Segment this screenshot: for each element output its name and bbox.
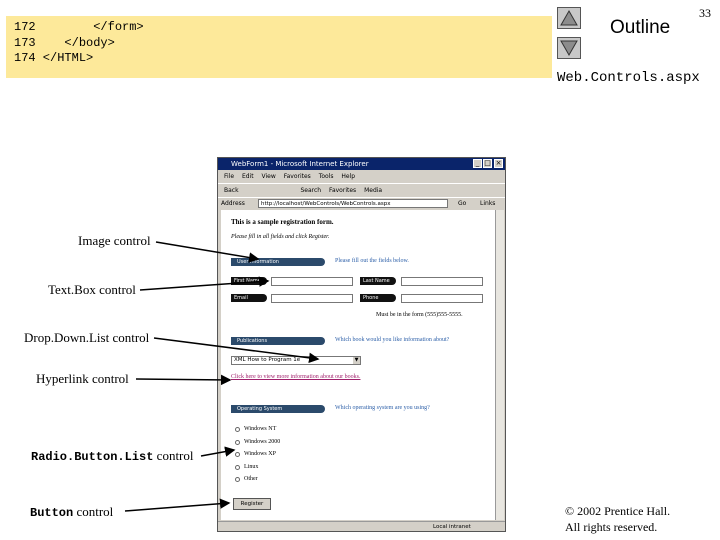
previous-slide-button[interactable] [557,7,581,29]
book-dropdown-value: XML How to Program 1e [234,357,301,363]
books-hyperlink[interactable]: Click here to view more information abou… [231,374,360,380]
address-field[interactable]: http://localhost/WebControls/WebControls… [258,199,448,208]
form-instructions: Please fill in all fields and click Regi… [231,234,330,240]
menu-edit[interactable]: Edit [242,173,254,180]
label-textbox-control: Text.Box control [48,282,136,297]
radio-icon[interactable] [235,464,240,470]
label-radiobuttonlist-control: Radio.Button.List control [31,448,194,464]
first-name-label: First Name [231,277,267,285]
menu-view[interactable]: View [262,173,276,180]
page-number: 33 [699,6,711,20]
last-name-label: Last Name [360,277,396,285]
browser-toolbar: Back Search Favorites Media [218,183,505,197]
search-button[interactable]: Search [301,187,322,194]
copyright: © 2002 Prentice Hall. All rights reserve… [565,503,670,535]
minimize-icon[interactable]: _ [473,159,482,168]
code-line: 173 </body> [14,36,115,50]
phone-input[interactable] [401,294,483,303]
label-dropdownlist-control: Drop.Down.List control [24,330,150,345]
code-listing: 172 </form> 173 </body> 174 </HTML> [6,16,552,78]
links-button[interactable]: Links [480,198,495,210]
file-name: Web.Controls.aspx [557,70,700,86]
page-content: This is a sample registration form. Plea… [221,210,495,520]
phone-label: Phone [360,294,396,302]
media-button[interactable]: Media [364,187,382,194]
favorites-button[interactable]: Favorites [329,187,356,194]
menu-favorites[interactable]: Favorites [284,173,311,180]
first-name-input[interactable] [271,277,353,286]
register-button[interactable]: Register [233,498,271,510]
radio-icon[interactable] [235,427,240,432]
last-name-input[interactable] [401,277,483,286]
label-hyperlink-control: Hyperlink control [36,371,129,386]
user-info-prompt: Please fill out the fields below. [335,258,409,264]
menu-help[interactable]: Help [341,173,355,180]
form-heading: This is a sample registration form. [231,218,334,226]
go-button[interactable]: Go [458,198,466,210]
email-label: Email [231,294,267,302]
label-image-control: Image control [78,233,151,248]
next-slide-button[interactable] [557,37,581,59]
publications-prompt: Which book would you like information ab… [335,337,450,343]
copyright-line-1: © 2002 Prentice Hall. [565,504,671,518]
browser-titlebar: WebForm1 - Microsoft Internet Explorer _… [218,158,505,170]
copyright-line-2: All rights reserved. [565,520,658,534]
phone-hint: Must be in the form (555)555-5555. [376,312,463,318]
book-dropdown[interactable]: XML How to Program 1e ▼ [231,356,361,365]
code-line: 172 </form> [14,20,144,34]
os-prompt: Which operating system are you using? [335,405,430,411]
radio-icon[interactable] [235,439,240,445]
publications-image: Publications [231,337,325,345]
triangle-down-icon [560,40,578,57]
chevron-down-icon: ▼ [353,357,360,364]
close-icon[interactable]: × [494,159,503,168]
menu-tools[interactable]: Tools [319,173,334,180]
user-info-image: User Information [231,258,325,266]
email-input[interactable] [271,294,353,303]
browser-menubar: File Edit View Favorites Tools Help [218,171,505,182]
outline-link[interactable]: Outline [610,17,670,39]
status-zone: Local intranet [433,524,471,530]
label-button-control: Button control [30,504,114,520]
code-line: 174 </HTML> [14,51,94,65]
maximize-icon[interactable]: □ [483,159,492,168]
menu-file[interactable]: File [224,173,234,180]
radio-icon[interactable] [235,477,240,482]
arrow-hyperlink [135,374,232,386]
vertical-scrollbar[interactable] [495,210,504,520]
address-label: Address [221,200,245,207]
radio-icon[interactable] [235,452,240,457]
back-button[interactable]: Back [224,187,239,194]
arrow-button [124,498,231,512]
browser-title: WebForm1 - Microsoft Internet Explorer [231,160,369,168]
os-image: Operating System [231,405,325,413]
status-bar: Local intranet [218,521,505,532]
browser-window: WebForm1 - Microsoft Internet Explorer _… [217,157,506,532]
browser-addressbar: Address http://localhost/WebControls/Web… [218,197,505,210]
triangle-up-icon [560,9,578,26]
